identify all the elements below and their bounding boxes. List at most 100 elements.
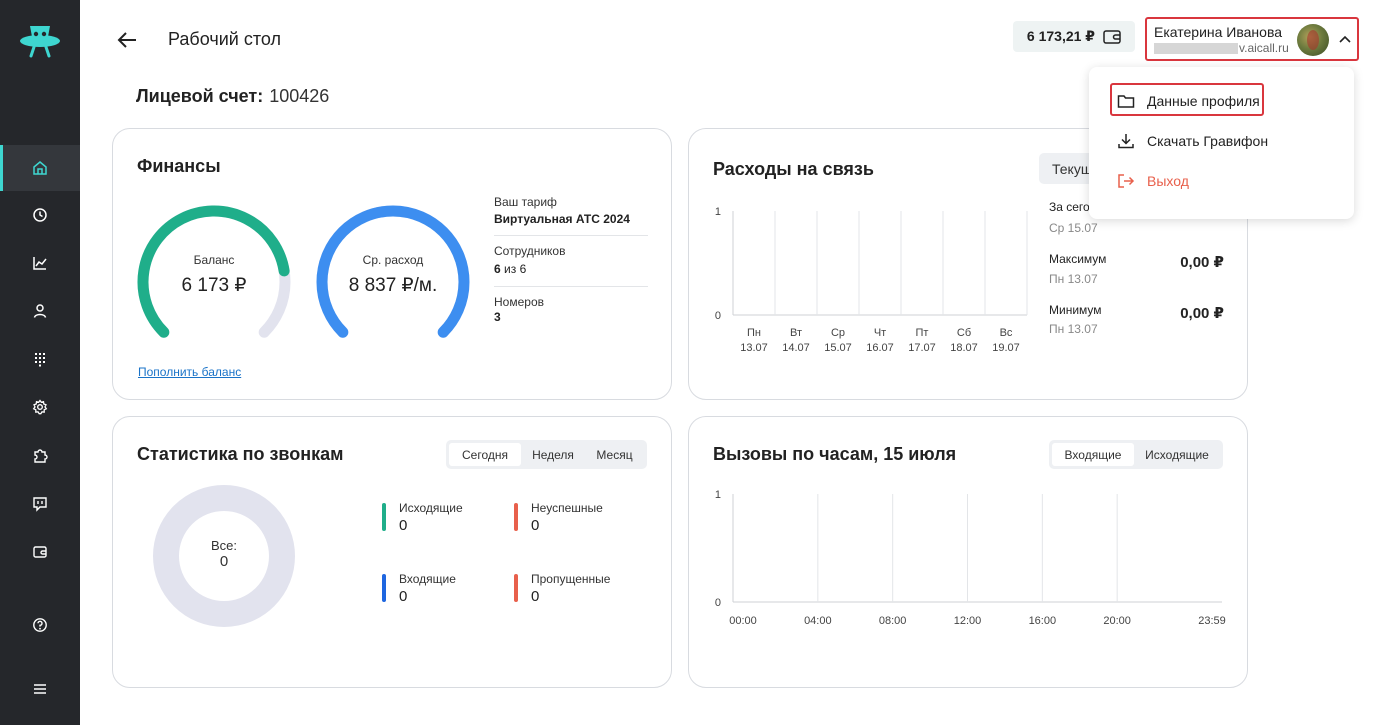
legend-failed-label: Неуспешные [531, 501, 603, 515]
hourly-calls-title: Вызовы по часам, 15 июля [713, 444, 957, 464]
stat-min-value: 0,00 ₽ [1180, 305, 1224, 322]
stat-min-date: Пн 13.07 [1049, 322, 1098, 336]
download-icon [1118, 134, 1134, 149]
balance-amount: 6 173,21 ₽ [1026, 28, 1096, 44]
y-tick-label: 0 [715, 310, 721, 322]
legend-outgoing-bar [382, 503, 386, 531]
personal-account: Лицевой счет: 100426 [136, 86, 329, 107]
user-email: v.aicall.ru [1239, 41, 1289, 55]
tab-incoming[interactable]: Входящие [1052, 443, 1134, 466]
nav-dialpad[interactable] [0, 336, 80, 382]
employees-total: 6 [519, 262, 527, 276]
dialpad-icon [35, 353, 45, 367]
x-tick-date: 16.07 [866, 342, 894, 354]
x-tick-label: 20:00 [1103, 615, 1131, 627]
x-tick-day: Вт [790, 327, 802, 339]
tab-outgoing[interactable]: Исходящие [1134, 443, 1220, 466]
user-name: Екатерина Иванова [1154, 24, 1283, 40]
legend-missed-value: 0 [531, 588, 540, 605]
nav-users[interactable] [0, 288, 80, 334]
nav-history[interactable] [0, 192, 80, 238]
stat-max-value: 0,00 ₽ [1180, 254, 1224, 271]
nav-integrations[interactable] [0, 433, 80, 479]
avg-expense-label: Ср. расход [362, 253, 424, 267]
menu-download-app[interactable]: Скачать Гравифон [1117, 133, 1268, 149]
tab-today[interactable]: Сегодня [449, 443, 521, 466]
balance-value: 6 173 ₽ [181, 275, 247, 296]
nav-settings[interactable] [0, 384, 80, 430]
x-tick-date: 15.07 [824, 342, 852, 354]
x-tick-date: 19.07 [992, 342, 1020, 354]
nav-chat[interactable] [0, 481, 80, 527]
wallet-icon [33, 546, 47, 558]
divider [494, 286, 648, 287]
x-tick-date: 13.07 [740, 342, 768, 354]
call-stats-period-tabs: Сегодня Неделя Месяц [446, 440, 647, 469]
y-tick-label: 1 [715, 489, 721, 501]
tariff-label: Ваш тариф [494, 195, 557, 209]
nav-home[interactable] [0, 145, 80, 191]
tab-week[interactable]: Неделя [521, 443, 585, 466]
nav-billing[interactable] [0, 529, 80, 575]
avg-expense-gauge [316, 205, 470, 338]
hourly-calls-chart: 1 0 00:00 04:00 08:00 12:00 16:00 20:00 23:59 [715, 489, 1226, 627]
legend-incoming-label: Входящие [399, 572, 456, 586]
donut-total-value: 0 [219, 553, 229, 570]
user-icon [33, 304, 47, 318]
numbers-value: 3 [494, 310, 501, 324]
topup-balance-link[interactable]: Пополнить баланс [138, 365, 241, 379]
menu-icon [34, 684, 46, 694]
menu-profile-data[interactable]: Данные профиля [1117, 93, 1260, 109]
legend-missed-label: Пропущенные [531, 572, 611, 586]
email-redacted [1154, 43, 1238, 54]
menu-logout[interactable]: Выход [1117, 173, 1189, 189]
call-stats-title: Статистика по звонкам [137, 444, 344, 464]
y-tick-label: 0 [715, 597, 721, 609]
x-tick-date: 17.07 [908, 342, 936, 354]
folder-icon [1117, 95, 1135, 108]
user-menu-toggle[interactable]: Екатерина Иванова v.aicall.ru [1145, 17, 1359, 61]
legend-outgoing-label: Исходящие [399, 501, 463, 515]
chevron-up-icon [1339, 35, 1351, 43]
divider [494, 235, 648, 236]
tab-month[interactable]: Месяц [585, 443, 644, 466]
puzzle-icon [34, 449, 48, 463]
x-tick-day: Пт [916, 327, 929, 339]
stat-today-date: Ср 15.07 [1049, 221, 1098, 235]
chat-icon [33, 497, 47, 512]
menu-download-app-label: Скачать Гравифон [1147, 133, 1269, 149]
x-tick-date: 14.07 [782, 342, 810, 354]
stat-max-date: Пн 13.07 [1049, 272, 1098, 286]
expenses-chart: 1 0 Пн 13.07 Вт 14.07 Ср 15.07 Чт 16.07 Пт 17.07 Сб 1… [715, 206, 1028, 354]
x-tick-day: Чт [874, 327, 886, 339]
employees-label: Сотрудников [494, 244, 566, 258]
balance-chip[interactable]: 6 173,21 ₽ [1013, 21, 1135, 52]
legend-missed-bar [514, 574, 518, 602]
nav-help[interactable] [0, 602, 80, 648]
x-tick-day: Ср [831, 327, 845, 339]
menu-logout-label: Выход [1147, 173, 1189, 189]
avg-expense-value: 8 837 ₽/м. [348, 275, 438, 296]
x-tick-label: 00:00 [729, 615, 757, 627]
home-icon [33, 161, 47, 175]
stat-max-label: Максимум [1049, 252, 1107, 266]
app-logo[interactable] [18, 20, 62, 60]
account-label: Лицевой счет: [136, 86, 264, 106]
employees-value: 6 из 6 [494, 262, 526, 276]
nav-menu[interactable] [0, 666, 80, 712]
x-tick-label: 16:00 [1029, 615, 1057, 627]
x-tick-date: 18.07 [950, 342, 978, 354]
tariff-value: Виртуальная АТС 2024 [494, 212, 630, 226]
help-icon [33, 618, 47, 632]
hourly-direction-tabs: Входящие Исходящие [1049, 440, 1223, 469]
gear-icon [32, 399, 48, 415]
x-tick-day: Пн [747, 327, 761, 339]
chart-icon [33, 257, 47, 270]
back-arrow-icon[interactable] [116, 30, 138, 50]
stat-min-label: Минимум [1049, 303, 1102, 317]
account-number: 100426 [269, 86, 330, 106]
x-tick-day: Вс [1000, 327, 1013, 339]
y-tick-label: 1 [715, 206, 721, 218]
nav-analytics[interactable] [0, 240, 80, 286]
legend-failed-value: 0 [531, 517, 540, 534]
